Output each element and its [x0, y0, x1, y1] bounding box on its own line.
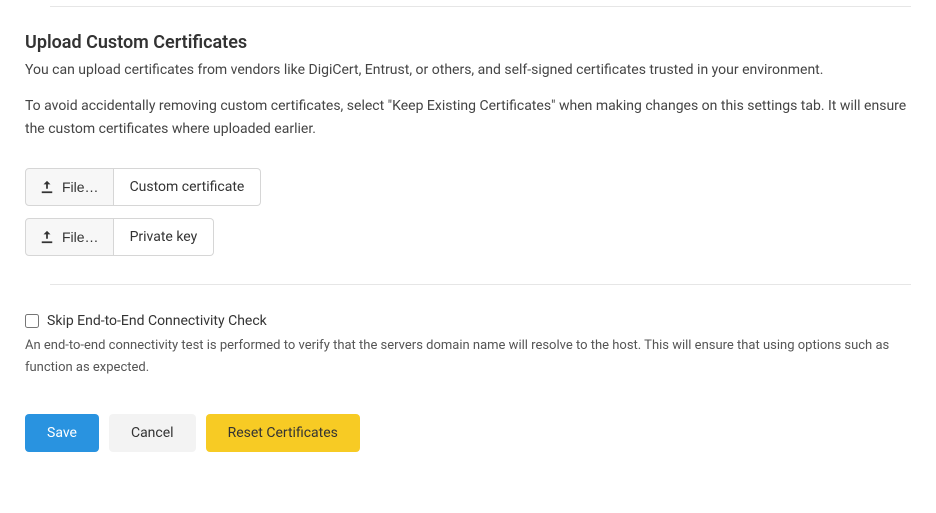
- custom-cert-file-label: Custom certificate: [114, 168, 262, 206]
- reset-certificates-button[interactable]: Reset Certificates: [206, 414, 360, 452]
- action-button-row: Save Cancel Reset Certificates: [25, 414, 911, 452]
- skip-check-label[interactable]: Skip End-to-End Connectivity Check: [47, 313, 267, 329]
- upload-section-note: To avoid accidentally removing custom ce…: [25, 95, 911, 140]
- upload-icon: [40, 230, 54, 244]
- skip-check-checkbox[interactable]: [25, 314, 39, 328]
- save-button[interactable]: Save: [25, 414, 99, 452]
- custom-cert-file-button[interactable]: File…: [25, 168, 114, 206]
- custom-cert-file-row: File… Custom certificate: [25, 168, 911, 206]
- file-button-label: File…: [62, 179, 99, 195]
- top-divider: [50, 6, 911, 7]
- skip-check-desc: An end-to-end connectivity test is perfo…: [25, 335, 911, 379]
- cancel-button[interactable]: Cancel: [109, 414, 196, 452]
- private-key-file-button[interactable]: File…: [25, 218, 114, 256]
- skip-check-row: Skip End-to-End Connectivity Check: [25, 313, 911, 329]
- private-key-file-row: File… Private key: [25, 218, 911, 256]
- upload-icon: [40, 180, 54, 194]
- private-key-file-label: Private key: [114, 218, 215, 256]
- section-divider: [50, 284, 911, 285]
- upload-section-title: Upload Custom Certificates: [25, 32, 911, 53]
- upload-section-desc: You can upload certificates from vendors…: [25, 59, 911, 81]
- file-button-label: File…: [62, 229, 99, 245]
